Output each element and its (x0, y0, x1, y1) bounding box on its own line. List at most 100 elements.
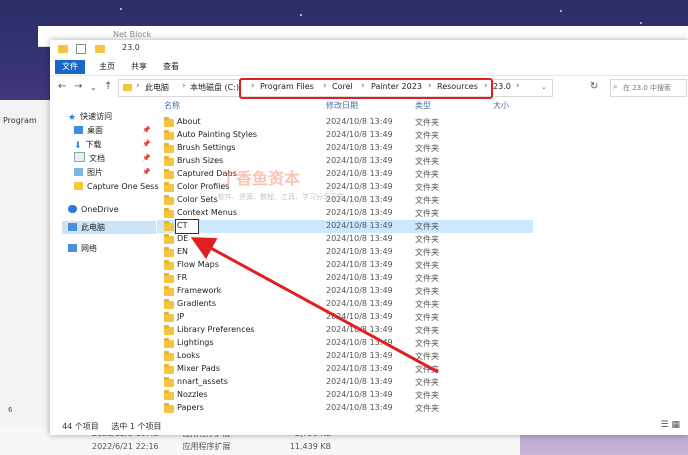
folder-icon (164, 117, 174, 127)
pin-icon: 📌 (142, 140, 151, 148)
tab-home[interactable]: 主页 (92, 60, 122, 74)
pin-icon: 📌 (142, 168, 151, 176)
file-row[interactable]: JP 2024/10/8 13:49 文件夹 (157, 311, 533, 324)
refresh-icon[interactable]: ↻ (590, 81, 598, 92)
tab-view[interactable]: 查看 (156, 60, 186, 74)
folder-icon (164, 299, 174, 309)
forward-arrow-icon[interactable]: → (74, 81, 82, 92)
nav-item-network[interactable]: 网络 (68, 242, 97, 255)
chevron-down-icon[interactable]: ⌄ (90, 83, 97, 92)
nav-item-capture-one[interactable]: Capture One Sess (74, 180, 159, 193)
column-header-name[interactable]: 名称 (164, 100, 180, 113)
file-date: 2024/10/8 13:49 (326, 364, 393, 373)
file-name: Gradients (177, 299, 216, 308)
file-row[interactable]: Flow Maps 2024/10/8 13:49 文件夹 (157, 259, 533, 272)
file-name: Nozzles (177, 390, 208, 399)
desktop-icon (74, 126, 83, 134)
picture-icon (74, 168, 83, 176)
file-row[interactable]: Mixer Pads 2024/10/8 13:49 文件夹 (157, 363, 533, 376)
file-type: 文件夹 (415, 326, 439, 335)
file-date: 2024/10/8 13:49 (326, 234, 393, 243)
file-name: Brush Settings (177, 143, 236, 152)
view-toggle-icons[interactable]: ☰ ▦ (661, 420, 680, 430)
file-row[interactable]: DE 2024/10/8 13:49 文件夹 (157, 233, 533, 246)
pin-icon: 📌 (142, 154, 151, 162)
breadcrumb-local-disk[interactable]: 本地磁盘 (C:) (190, 82, 239, 93)
file-row[interactable]: Brush Settings 2024/10/8 13:49 文件夹 (157, 142, 533, 155)
file-row[interactable]: Captured Dabs 2024/10/8 13:49 文件夹 (157, 168, 533, 181)
file-type: 文件夹 (415, 274, 439, 283)
column-header-date[interactable]: 修改日期 (326, 100, 358, 113)
tab-file[interactable]: 文件 (55, 60, 85, 74)
file-type: 文件夹 (415, 365, 439, 374)
network-icon (68, 244, 77, 252)
background-label: Program (3, 116, 37, 125)
nav-item-downloads[interactable]: ⬇ 下载 (74, 138, 102, 151)
folder-icon (164, 195, 174, 205)
nav-item-this-pc[interactable]: 此电脑 (68, 221, 105, 234)
background-window-pane: Program 6 (0, 100, 53, 455)
chevron-right-icon: › (182, 81, 186, 91)
file-type: 文件夹 (415, 209, 439, 218)
file-explorer-window: 23.0 文件 主页 共享 查看 ← → ⌄ ↑ › 此电脑 › 本地磁盘 (C… (50, 40, 688, 435)
file-date: 2024/10/8 13:49 (326, 312, 393, 321)
up-arrow-icon[interactable]: ↑ (104, 81, 112, 92)
nav-item-documents[interactable]: 文档 (74, 152, 105, 165)
file-row[interactable]: Framework 2024/10/8 13:49 文件夹 (157, 285, 533, 298)
file-row[interactable]: Looks 2024/10/8 13:49 文件夹 (157, 350, 533, 363)
search-icon: ⌕ (613, 82, 618, 91)
file-row[interactable]: nnart_assets 2024/10/8 13:49 文件夹 (157, 376, 533, 389)
nav-item-onedrive[interactable]: OneDrive (68, 203, 119, 216)
file-row[interactable]: EN 2024/10/8 13:49 文件夹 (157, 246, 533, 259)
navigation-pane: ★ 快速访问 桌面 📌 ⬇ 下载 📌 文档 📌 图片 📌 Capture One S… (50, 98, 159, 418)
file-row[interactable]: Nozzles 2024/10/8 13:49 文件夹 (157, 389, 533, 402)
file-type: 文件夹 (415, 235, 439, 244)
file-date: 2024/10/8 13:49 (326, 169, 393, 178)
file-date: 2024/10/8 13:49 (326, 130, 393, 139)
search-placeholder: 在 23.0 中搜索 (623, 84, 672, 92)
nav-item-pictures[interactable]: 图片 (74, 166, 103, 179)
column-header-type[interactable]: 类型 (415, 100, 431, 113)
folder-icon (164, 130, 174, 140)
selection-count: 选中 1 个项目 (111, 422, 162, 431)
file-row[interactable]: Papers 2024/10/8 13:49 文件夹 (157, 402, 533, 415)
file-row[interactable]: Gradients 2024/10/8 13:49 文件夹 (157, 298, 533, 311)
file-row[interactable]: FR 2024/10/8 13:49 文件夹 (157, 272, 533, 285)
tab-share[interactable]: 共享 (124, 60, 154, 74)
file-name: Mixer Pads (177, 364, 220, 373)
file-date: 2024/10/8 13:49 (326, 325, 393, 334)
file-date: 2024/10/8 13:49 (326, 286, 393, 295)
checkbox-icon[interactable] (76, 44, 86, 54)
file-row[interactable]: Color Sets 2024/10/8 13:49 文件夹 (157, 194, 533, 207)
folder-icon (95, 45, 105, 53)
file-type: 文件夹 (415, 300, 439, 309)
cloud-icon (68, 205, 77, 213)
nav-item-quick-access[interactable]: ★ 快速访问 (68, 110, 112, 123)
search-input[interactable]: ⌕ 在 23.0 中搜索 (610, 79, 687, 97)
folder-icon (164, 156, 174, 166)
file-type: 文件夹 (415, 261, 439, 270)
back-arrow-icon[interactable]: ← (58, 81, 66, 92)
file-row[interactable]: Context Menus 2024/10/8 13:49 文件夹 (157, 207, 533, 220)
status-bar: 44 个项目 选中 1 个项目 (62, 421, 161, 432)
file-row[interactable]: Color Profiles 2024/10/8 13:49 文件夹 (157, 181, 533, 194)
file-date: 2024/10/8 13:49 (326, 390, 393, 399)
file-name: EN (177, 247, 189, 256)
file-row[interactable]: About 2024/10/8 13:49 文件夹 (157, 116, 533, 129)
breadcrumb-this-pc[interactable]: 此电脑 (145, 82, 169, 93)
chevron-down-icon[interactable]: ⌄ (541, 83, 547, 91)
file-row[interactable]: Auto Painting Styles 2024/10/8 13:49 文件夹 (157, 129, 533, 142)
pin-icon: 📌 (142, 126, 151, 134)
nav-item-desktop[interactable]: 桌面 (74, 124, 103, 137)
breadcrumb-current[interactable]: 23.0 (493, 82, 511, 91)
file-row[interactable]: CT 2024/10/8 13:49 文件夹 (157, 219, 533, 234)
file-row[interactable]: Library Preferences 2024/10/8 13:49 文件夹 (157, 324, 533, 337)
column-header-size[interactable]: 大小 (493, 100, 509, 113)
file-name: Papers (177, 403, 204, 412)
folder-icon (164, 234, 174, 244)
window-title: 23.0 (122, 43, 140, 52)
folder-icon (74, 182, 83, 190)
file-row[interactable]: Brush Sizes 2024/10/8 13:49 文件夹 (157, 155, 533, 168)
file-date: 2024/10/8 13:49 (326, 351, 393, 360)
file-row[interactable]: Lightings 2024/10/8 13:49 文件夹 (157, 337, 533, 350)
